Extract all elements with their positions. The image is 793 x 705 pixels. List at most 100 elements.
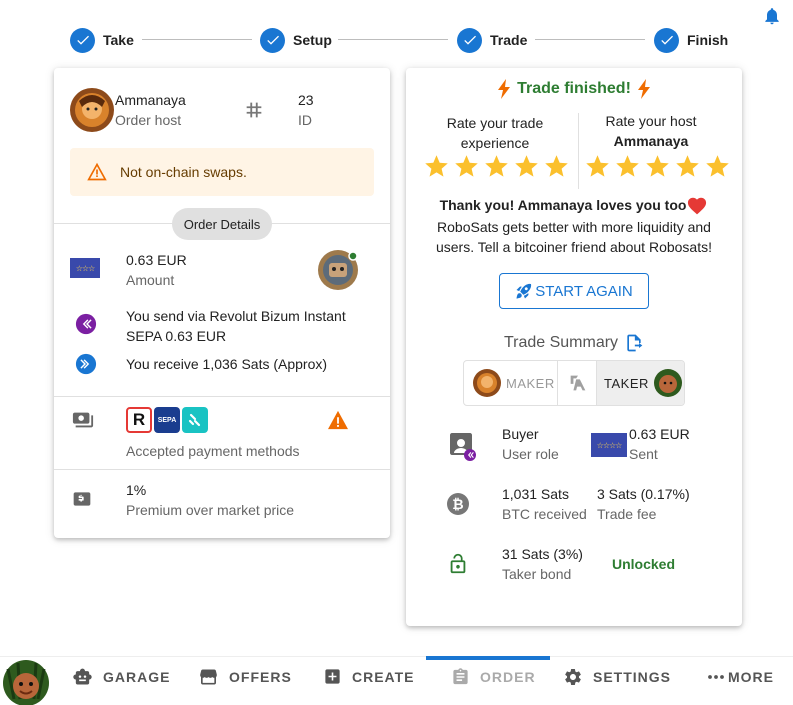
- sepa-logo: SEPA: [154, 407, 180, 433]
- btc-received-value: 1,031 Sats: [502, 486, 569, 502]
- check-icon: [457, 27, 482, 53]
- star-icon[interactable]: [453, 153, 480, 180]
- nav-more-label: MORE: [728, 668, 774, 685]
- settings-gear-icon: [565, 668, 581, 685]
- maker-avatar: [473, 369, 501, 397]
- trade-finished-title: Trade finished!: [406, 79, 742, 99]
- thanks-text: Thank you! Ammanaya loves you too: [439, 197, 687, 213]
- star-icon[interactable]: [644, 153, 671, 180]
- buyer-role-icon: [450, 433, 476, 461]
- revolut-logo: R: [126, 407, 152, 433]
- star-icon[interactable]: [614, 153, 641, 180]
- order-details-card: Ammanaya Order host 23 ID Not on-chain s…: [54, 68, 390, 538]
- share-text: RoboSats gets better with more liquidity…: [435, 219, 712, 255]
- sent-value: 0.63 EUR: [629, 426, 690, 442]
- step-finish: Finish: [654, 27, 728, 53]
- star-icon[interactable]: [423, 153, 450, 180]
- step-label: Take: [103, 32, 134, 48]
- user-robot-avatar[interactable]: [2, 659, 50, 705]
- nav-settings-label: SETTINGS: [593, 668, 672, 685]
- swap-robot-icon: [570, 375, 586, 391]
- rate-host-label: Rate your host: [605, 113, 697, 129]
- nav-offers-label: OFFERS: [229, 668, 292, 685]
- premium-label: Premium over market price: [126, 502, 295, 518]
- maker-taker-toggle: MAKER TAKER: [463, 360, 685, 406]
- nav-garage[interactable]: GARAGE: [72, 657, 170, 696]
- user-role-value: Buyer: [502, 426, 539, 442]
- nav-create[interactable]: CREATE: [323, 657, 415, 696]
- nav-garage-label: GARAGE: [103, 668, 171, 685]
- trade-finished-text: Trade finished!: [517, 80, 631, 97]
- user-role-label: User role: [502, 446, 559, 462]
- nav-offers[interactable]: OFFERS: [198, 657, 292, 696]
- trade-fee-label: Trade fee: [597, 506, 657, 522]
- start-again-button[interactable]: START AGAIN: [499, 273, 649, 309]
- star-icon[interactable]: [483, 153, 510, 180]
- send-arrow-icon: [75, 313, 97, 335]
- receive-arrow-icon: [75, 353, 97, 375]
- trade-summary-header: Trade Summary: [406, 333, 742, 353]
- amount-label: Amount: [126, 272, 175, 288]
- eur-flag-icon: ☆☆☆: [70, 258, 100, 278]
- nav-order[interactable]: ORDER: [451, 657, 536, 696]
- star-icon[interactable]: [674, 153, 701, 180]
- taker-bond-value: 31 Sats (3%): [502, 546, 583, 562]
- rate-trade-label: Rate your trade experience: [446, 115, 544, 151]
- star-icon[interactable]: [543, 153, 570, 180]
- taker-label: TAKER: [604, 375, 649, 391]
- export-icon[interactable]: [624, 333, 644, 353]
- trade-summary-title: Trade Summary: [503, 334, 619, 351]
- assignment-icon: [453, 667, 468, 684]
- premium-value: 1%: [126, 482, 147, 498]
- star-icon[interactable]: [584, 153, 611, 180]
- robot-face-icon: [73, 668, 92, 684]
- start-again-label: START AGAIN: [535, 282, 633, 300]
- payment-icon: [72, 412, 94, 428]
- warning-alert: Not on-chain swaps.: [70, 148, 374, 196]
- host-rating-stars[interactable]: [584, 153, 731, 180]
- nav-settings[interactable]: SETTINGS: [563, 657, 671, 696]
- nav-more[interactable]: MORE: [707, 657, 774, 696]
- notification-bell-icon[interactable]: [762, 6, 782, 26]
- amount-value: 0.63 EUR: [126, 252, 187, 268]
- bizum-logo: [182, 407, 208, 433]
- step-label: Trade: [490, 32, 528, 48]
- host-avatar[interactable]: [69, 87, 115, 133]
- taker-bond-label: Taker bond: [502, 566, 572, 582]
- step-trade: Trade: [457, 27, 527, 53]
- order-id: 23: [298, 92, 314, 108]
- star-icon[interactable]: [704, 153, 731, 180]
- svg-text:₿: ₿: [452, 497, 463, 513]
- step-label: Finish: [687, 32, 729, 48]
- step-setup: Setup: [260, 27, 332, 53]
- trade-rating-stars[interactable]: [423, 153, 570, 180]
- receive-text: You receive 1,036 Sats (Approx): [126, 356, 328, 372]
- order-details-chip[interactable]: Order Details: [172, 208, 272, 240]
- lightning-icon: [637, 79, 650, 99]
- trade-finished-card: Trade finished! Rate your trade experien…: [406, 68, 742, 626]
- warning-icon: [87, 162, 107, 181]
- taker-toggle-button[interactable]: TAKER: [597, 361, 684, 405]
- heart-icon: [688, 197, 707, 215]
- bitcoin-icon: ₿: [447, 493, 469, 515]
- alert-triangle-icon[interactable]: [327, 410, 349, 430]
- star-icon[interactable]: [513, 153, 540, 180]
- price-tag-icon: [73, 492, 91, 506]
- maker-label: MAKER: [506, 375, 555, 391]
- rocket-icon: [516, 283, 532, 299]
- step-take: Take: [70, 27, 134, 53]
- host-role-label: Order host: [115, 112, 182, 128]
- storefront-icon: [200, 669, 217, 684]
- step-label: Setup: [293, 32, 332, 48]
- payment-methods-label: Accepted payment methods: [126, 443, 300, 459]
- thanks-line: Thank you! Ammanaya loves you too: [406, 195, 742, 215]
- trade-fee-value: 3 Sats (0.17%): [597, 486, 690, 502]
- robot-avatar[interactable]: [317, 249, 359, 291]
- taker-avatar: [653, 369, 682, 397]
- unlocked-padlock-icon: [450, 553, 466, 574]
- nav-create-label: CREATE: [352, 668, 415, 685]
- maker-toggle-button[interactable]: MAKER: [464, 361, 557, 405]
- bond-status: Unlocked: [612, 556, 676, 572]
- more-dots-icon: [708, 674, 724, 679]
- bottom-navigation: GARAGE OFFERS CREATE ORDER SETTINGS MORE: [0, 656, 793, 705]
